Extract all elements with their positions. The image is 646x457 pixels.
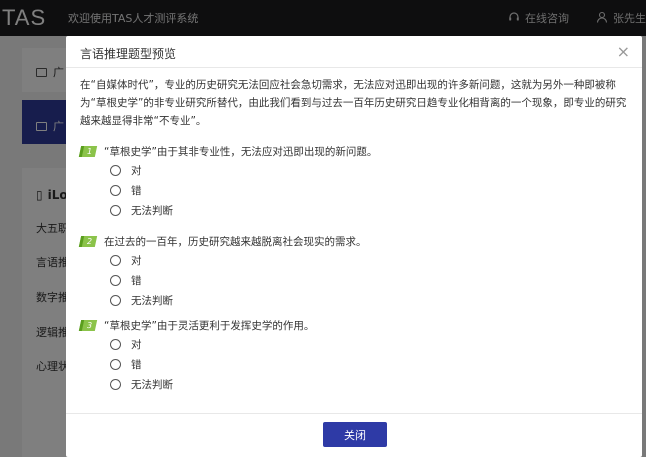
- option-cannot-tell[interactable]: 无法判断: [110, 374, 630, 394]
- question-header: 2 在过去的一百年，历史研究越来越脱离社会现实的需求。: [78, 232, 630, 250]
- option-false[interactable]: 错: [110, 354, 630, 374]
- question-text: “草根史学”由于其非专业性，无法应对迅即出现的新问题。: [104, 145, 378, 158]
- question-text: “草根史学”由于灵活更利于发挥史学的作用。: [104, 319, 315, 332]
- modal-title: 言语推理题型预览: [80, 47, 177, 61]
- question-number-badge: 3: [78, 319, 98, 331]
- question-header: 1 “草根史学”由于其非专业性，无法应对迅即出现的新问题。: [78, 142, 630, 160]
- modal-body: 在“自媒体时代”，专业的历史研究无法回应社会急切需求，无法应对迅即出现的许多新问…: [78, 76, 630, 394]
- modal-header: 言语推理题型预览 ×: [66, 36, 642, 68]
- radio-button[interactable]: [110, 274, 121, 286]
- question-number-badge: 2: [78, 235, 98, 247]
- option-cannot-tell[interactable]: 无法判断: [110, 200, 630, 220]
- question-2: 2 在过去的一百年，历史研究越来越脱离社会现实的需求。 对 错 无法判断: [78, 232, 630, 310]
- radio-button[interactable]: [110, 184, 121, 196]
- option-false[interactable]: 错: [110, 180, 630, 200]
- question-1: 1 “草根史学”由于其非专业性，无法应对迅即出现的新问题。 对 错 无法判断: [78, 142, 630, 220]
- radio-button[interactable]: [110, 338, 121, 350]
- question-header: 3 “草根史学”由于灵活更利于发挥史学的作用。: [78, 316, 630, 334]
- radio-button[interactable]: [110, 254, 121, 266]
- question-number-badge: 1: [78, 145, 98, 157]
- question-passage: 在“自媒体时代”，专业的历史研究无法回应社会急切需求，无法应对迅即出现的许多新问…: [80, 79, 627, 127]
- close-button[interactable]: 关闭: [323, 422, 387, 447]
- radio-button[interactable]: [110, 358, 121, 370]
- close-icon[interactable]: ×: [617, 42, 630, 61]
- option-cannot-tell[interactable]: 无法判断: [110, 290, 630, 310]
- preview-modal: 言语推理题型预览 × 在“自媒体时代”，专业的历史研究无法回应社会急切需求，无法…: [66, 36, 642, 457]
- modal-footer: 关闭: [66, 413, 642, 457]
- radio-button[interactable]: [110, 204, 121, 216]
- option-false[interactable]: 错: [110, 270, 630, 290]
- radio-button[interactable]: [110, 294, 121, 306]
- radio-button[interactable]: [110, 164, 121, 176]
- question-3: 3 “草根史学”由于灵活更利于发挥史学的作用。 对 错 无法判断: [78, 316, 630, 394]
- question-text: 在过去的一百年，历史研究越来越脱离社会现实的需求。: [104, 235, 367, 248]
- radio-button[interactable]: [110, 378, 121, 390]
- option-true[interactable]: 对: [110, 250, 630, 270]
- option-true[interactable]: 对: [110, 160, 630, 180]
- option-true[interactable]: 对: [110, 334, 630, 354]
